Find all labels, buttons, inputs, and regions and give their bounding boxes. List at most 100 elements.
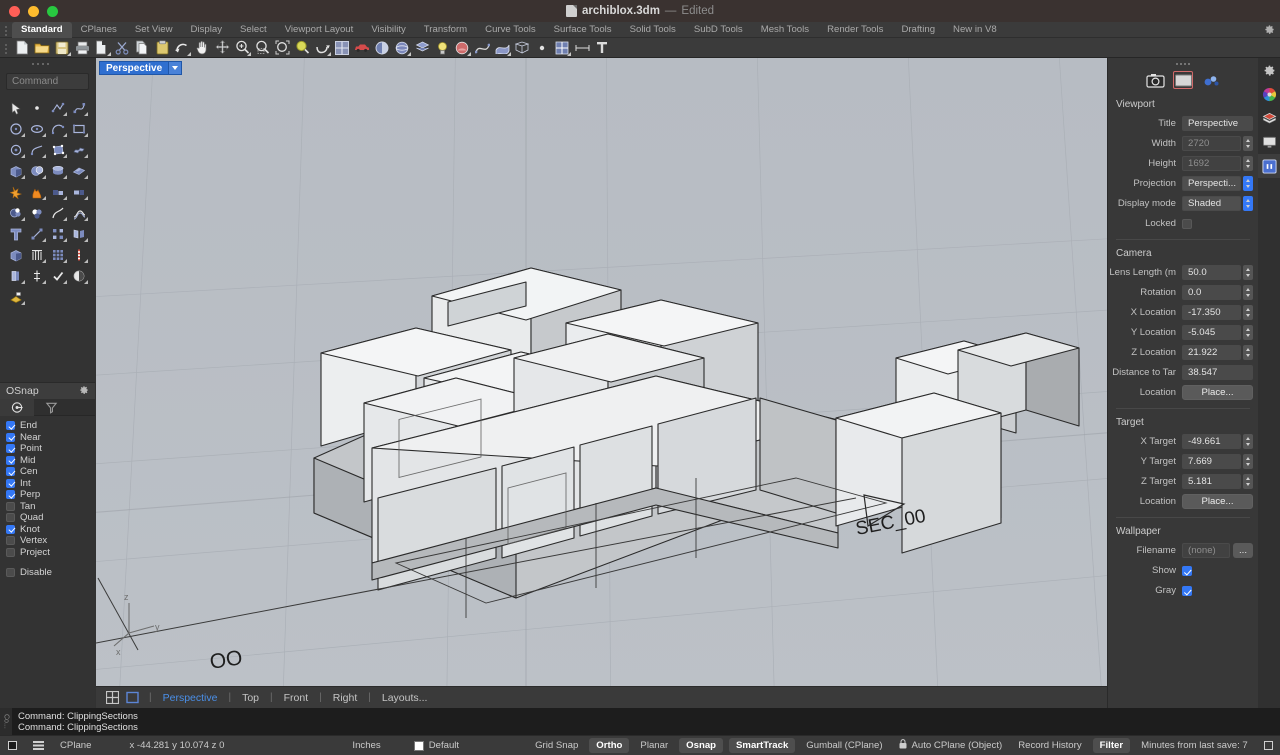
dropdown-arrows[interactable] <box>1243 176 1253 191</box>
boolean-union-icon[interactable] <box>27 182 47 201</box>
viewport-properties-icon[interactable] <box>1173 71 1193 89</box>
menu-tab-cplanes[interactable]: CPlanes <box>72 22 126 38</box>
stepper-arrows[interactable] <box>1243 156 1253 171</box>
four-view-icon[interactable] <box>102 690 122 706</box>
surface-extrude-icon[interactable] <box>69 140 89 159</box>
select-arrow-icon[interactable] <box>6 98 26 117</box>
array-icon[interactable] <box>48 224 68 243</box>
checkbox[interactable] <box>6 536 15 546</box>
circle-icon[interactable] <box>6 119 26 138</box>
gear-icon[interactable] <box>1258 58 1280 82</box>
analyze-icon[interactable] <box>552 39 572 57</box>
layer-color-swatch[interactable] <box>413 740 424 751</box>
viewport-tab-front[interactable]: Front <box>280 692 313 704</box>
osnap-option-tan[interactable]: Tan <box>6 501 95 513</box>
osnap-option-cen[interactable]: Cen <box>6 466 95 478</box>
sphere-icon[interactable] <box>27 161 47 180</box>
statusbar-toggle-smarttrack[interactable]: SmartTrack <box>729 738 796 753</box>
box-icon[interactable] <box>6 161 26 180</box>
menu-tab-curve-tools[interactable]: Curve Tools <box>476 22 544 38</box>
point-icon[interactable] <box>27 98 47 117</box>
toolbar-grip[interactable] <box>0 38 12 58</box>
osnap-option-mid[interactable]: Mid <box>6 455 95 467</box>
filter-toggle[interactable]: Filter <box>1092 738 1131 753</box>
viewport-tab-perspective[interactable]: Perspective <box>159 692 222 704</box>
new-document-icon[interactable] <box>12 39 32 57</box>
osnap-option-quad[interactable]: Quad <box>6 512 95 524</box>
ellipse-icon[interactable] <box>27 119 47 138</box>
stepper-arrows[interactable] <box>1243 325 1253 340</box>
circle-center-icon[interactable] <box>6 140 26 159</box>
control-point-curve-icon[interactable] <box>69 98 89 117</box>
statusbar-toggle-planar[interactable]: Planar <box>632 740 676 751</box>
cplane-label[interactable]: CPlane <box>52 740 99 751</box>
surface-icon[interactable] <box>492 39 512 57</box>
statusbar-square-icon[interactable] <box>0 741 25 750</box>
property-value-filename[interactable]: (none) <box>1182 543 1230 558</box>
zoom-extents-icon[interactable] <box>272 39 292 57</box>
viewport-tab-right[interactable]: Right <box>329 692 362 704</box>
stepper-arrows[interactable] <box>1243 305 1253 320</box>
property-value-projection[interactable]: Perspecti... <box>1182 176 1241 191</box>
property-value-x-target[interactable]: -49.661 <box>1182 434 1241 449</box>
split-icon[interactable] <box>6 266 26 285</box>
command-input-box[interactable] <box>6 73 89 90</box>
print-icon[interactable] <box>72 39 92 57</box>
pan-hand-icon[interactable] <box>192 39 212 57</box>
menu-tab-surface-tools[interactable]: Surface Tools <box>545 22 621 38</box>
car-icon[interactable] <box>352 39 372 57</box>
move-icon[interactable] <box>212 39 232 57</box>
units-label[interactable]: Inches <box>232 740 388 751</box>
zoom-selected-icon[interactable] <box>292 39 312 57</box>
menu-tab-display[interactable]: Display <box>182 22 231 38</box>
dropdown-arrows[interactable] <box>1243 196 1253 211</box>
boolean-intersect-icon[interactable] <box>27 203 47 222</box>
stepper-arrows[interactable] <box>1243 285 1253 300</box>
place-button[interactable]: Place... <box>1182 385 1253 400</box>
color-wheel-icon[interactable] <box>1258 82 1280 106</box>
checkbox[interactable] <box>6 444 15 454</box>
viewport-label[interactable]: Perspective <box>99 61 183 75</box>
shade-icon[interactable] <box>69 266 89 285</box>
polyline-icon[interactable] <box>48 98 68 117</box>
layers-icon[interactable] <box>412 39 432 57</box>
grid-tool-icon[interactable] <box>48 245 68 264</box>
rotate-view-icon[interactable] <box>312 39 332 57</box>
viewport-label-name[interactable]: Perspective <box>99 61 170 75</box>
arc-icon[interactable] <box>48 119 68 138</box>
checkbox-locked[interactable] <box>1182 218 1192 229</box>
statusbar-toggle-grid-snap[interactable]: Grid Snap <box>527 740 586 751</box>
osnap-option-vertex[interactable]: Vertex <box>6 535 95 547</box>
menubar-grip[interactable] <box>0 22 12 38</box>
osnap-disable-option[interactable]: Disable <box>6 567 95 579</box>
property-value-rotation[interactable]: 0.0 <box>1182 285 1241 300</box>
properties-icon[interactable] <box>1258 154 1280 178</box>
menu-tab-transform[interactable]: Transform <box>415 22 476 38</box>
chamfer-icon[interactable] <box>69 182 89 201</box>
statusbar-toggle-osnap[interactable]: Osnap <box>679 738 724 753</box>
open-folder-icon[interactable] <box>32 39 52 57</box>
rectangle-icon[interactable] <box>69 119 89 138</box>
fillet-icon[interactable] <box>48 182 68 201</box>
menu-tab-set-view[interactable]: Set View <box>126 22 182 38</box>
checkbox[interactable] <box>6 478 15 488</box>
trim-icon[interactable] <box>27 266 47 285</box>
render-icon[interactable] <box>372 39 392 57</box>
browse-button[interactable]: ... <box>1233 543 1253 558</box>
text-tool-icon[interactable] <box>6 224 26 243</box>
stepper-arrows[interactable] <box>1243 434 1253 449</box>
display-icon[interactable] <box>1258 130 1280 154</box>
surface-plane-icon[interactable] <box>69 161 89 180</box>
checkbox-gray[interactable] <box>1182 585 1192 596</box>
viewport-tab-top[interactable]: Top <box>238 692 263 704</box>
loft-icon[interactable] <box>27 245 47 264</box>
property-value-z-location[interactable]: 21.922 <box>1182 345 1241 360</box>
boolean-difference-icon[interactable] <box>6 203 26 222</box>
checkbox[interactable] <box>6 501 15 511</box>
mesh-icon[interactable] <box>512 39 532 57</box>
auto-cplane-toggle[interactable]: Auto CPlane (Object) <box>891 739 1011 752</box>
checkbox[interactable] <box>6 421 15 431</box>
menu-tab-standard[interactable]: Standard <box>12 21 72 38</box>
menu-tab-mesh-tools[interactable]: Mesh Tools <box>752 22 818 38</box>
gumball-toggle[interactable]: Gumball (CPlane) <box>798 740 890 751</box>
